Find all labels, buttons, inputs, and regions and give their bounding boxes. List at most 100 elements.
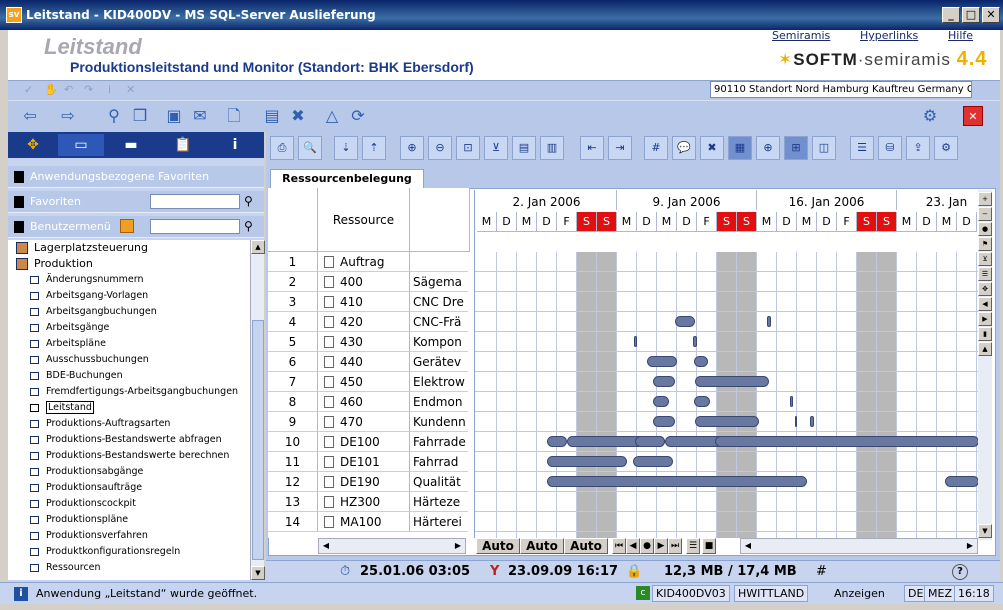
zoom-in-icon[interactable]: ⊕ [400, 136, 424, 160]
scroll-right-icon[interactable]: ▶ [963, 539, 977, 553]
edit-list-icon[interactable]: ☰ [850, 136, 874, 160]
list-icon[interactable]: ☰ [978, 267, 992, 281]
row-number[interactable]: 14 [268, 512, 318, 532]
table-row-resource[interactable]: MA100 [318, 512, 410, 532]
nav-tab-window[interactable]: ▬ [108, 134, 154, 156]
tree-item[interactable]: Leitstand [8, 400, 250, 416]
tree-item[interactable]: Produktion [8, 256, 250, 272]
tree-item[interactable]: Produktions-Bestandswerte abfragen [8, 432, 250, 448]
gantt-bar[interactable] [715, 436, 978, 447]
table-row-description[interactable]: Gerätev [410, 352, 468, 372]
mail-icon[interactable]: ✉ [190, 106, 210, 126]
remove-icon[interactable]: ✖ [700, 136, 724, 160]
collapse-icon[interactable]: ⇥ [608, 136, 632, 160]
gantt-bar[interactable] [790, 396, 793, 407]
search-binoculars-icon[interactable]: ⚲ [104, 106, 124, 126]
plus-icon[interactable]: + [978, 192, 992, 206]
tree-item[interactable]: Produktionsaufträge [8, 480, 250, 496]
gantt-bar[interactable] [634, 336, 637, 347]
flag-icon[interactable]: ⚑ [978, 237, 992, 251]
row-number[interactable]: 6 [268, 352, 318, 372]
gantt-bar[interactable] [653, 416, 675, 427]
next-icon[interactable]: ▶ [654, 538, 668, 554]
row-number[interactable]: 5 [268, 332, 318, 352]
auto-button-2[interactable]: Auto [520, 538, 564, 554]
scroll-left-icon[interactable]: ◀ [741, 539, 755, 553]
table-row-description[interactable] [410, 252, 468, 272]
gantt-horizontal-scrollbar[interactable]: ◀ ▶ [740, 538, 978, 554]
tree-item[interactable]: Arbeitspläne [8, 336, 250, 352]
zoom-fit-icon[interactable]: ⊡ [456, 136, 480, 160]
center-icon[interactable]: ● [640, 538, 654, 554]
move-icon[interactable]: ✥ [978, 282, 992, 296]
tree-scrollbar[interactable]: ▲ ▼ [250, 240, 265, 580]
database-icon[interactable]: ⛁ [878, 136, 902, 160]
grid-icon[interactable]: # [816, 561, 827, 583]
save-icon[interactable]: ▤ [262, 106, 282, 126]
close-app-button[interactable]: ✕ [963, 106, 983, 126]
gantt-chart[interactable]: 2. Jan 2006 9. Jan 2006 16. Jan 2006 23. Ja… [474, 190, 978, 538]
table-row-resource[interactable]: DE101 [318, 452, 410, 472]
table-row-description[interactable]: Elektrow [410, 372, 468, 392]
minus-icon[interactable]: − [978, 207, 992, 221]
maximize-button[interactable]: □ [962, 7, 980, 23]
table-row-resource[interactable]: 460 [318, 392, 410, 412]
chart-icon[interactable]: ◫ [812, 136, 836, 160]
dot-icon[interactable]: ● [978, 222, 992, 236]
tree-item[interactable]: Ausschussbuchungen [8, 352, 250, 368]
gantt-bar[interactable] [653, 376, 675, 387]
zoom-out-icon[interactable]: ⊖ [428, 136, 452, 160]
tools-icon[interactable]: ⚙ [920, 106, 940, 126]
layout-2-icon[interactable]: ▥ [540, 136, 564, 160]
nav-tab-navigator[interactable]: ✥ [10, 134, 56, 156]
tree-item[interactable]: BDE-Buchungen [8, 368, 250, 384]
layout-1-icon[interactable]: ▤ [512, 136, 536, 160]
table-row-description[interactable]: CNC-Frä [410, 312, 468, 332]
filter-icon[interactable]: ⊻ [484, 136, 508, 160]
gantt-bar[interactable] [695, 416, 759, 427]
gantt-bar[interactable] [547, 456, 627, 467]
export-icon[interactable]: ⇪ [906, 136, 930, 160]
back-icon[interactable]: ⇦ [20, 106, 40, 126]
tree-item[interactable]: Arbeitsgänge [8, 320, 250, 336]
bookmark-icon[interactable]: ▮ [978, 327, 992, 341]
gantt-bar[interactable] [647, 356, 677, 367]
menu-grid-icon[interactable] [120, 219, 134, 233]
gantt-bar[interactable] [795, 416, 797, 427]
right-icon[interactable]: ▶ [978, 312, 992, 326]
table-row-resource[interactable]: 400 [318, 272, 410, 292]
preview-icon[interactable]: 🔍 [298, 136, 322, 160]
table-row-description[interactable]: Härterei [410, 512, 468, 532]
gantt-bar[interactable] [694, 356, 708, 367]
new-document-icon[interactable]: 🗋 [224, 106, 244, 126]
table-row-description[interactable]: Kundenn [410, 412, 468, 432]
link-semiramis[interactable]: Semiramis [772, 29, 830, 42]
address-field[interactable]: 90110 Standort Nord Hamburg Kauftreu Ger… [710, 81, 972, 98]
row-number[interactable]: 9 [268, 412, 318, 432]
auto-button-1[interactable]: Auto [476, 538, 520, 554]
tree-item[interactable]: Produktions-Auftragsarten [8, 416, 250, 432]
tree-item[interactable]: Fremdfertigungs-Arbeitsgangbuchungen [8, 384, 250, 400]
tree-item[interactable]: Produktionsabgänge [8, 464, 250, 480]
minimize-button[interactable]: _ [942, 7, 960, 23]
nav-tab-info[interactable]: i [212, 134, 258, 156]
nav-tab-monitor[interactable]: ▭ [58, 134, 104, 156]
left-icon[interactable]: ◀ [978, 297, 992, 311]
tree-item[interactable]: Arbeitsgang-Vorlagen [8, 288, 250, 304]
gantt-bar[interactable] [633, 456, 673, 467]
user-menu-search-input[interactable] [150, 219, 240, 234]
filter-icon[interactable]: ⊻ [978, 252, 992, 266]
gantt-bar[interactable] [547, 436, 567, 447]
close-window-button[interactable]: ✕ [982, 7, 1000, 23]
tree-item[interactable]: Produktions-Bestandswerte berechnen [8, 448, 250, 464]
triangle-tool-icon[interactable]: △ [322, 106, 342, 126]
gantt-bar[interactable] [695, 376, 769, 387]
sort-down-icon[interactable]: ⇣ [334, 136, 358, 160]
row-number[interactable]: 12 [268, 472, 318, 492]
grid-icon[interactable]: # [644, 136, 668, 160]
scroll-down-icon[interactable]: ▼ [978, 524, 992, 538]
tree-item[interactable]: Lagerplatzsteuerung [8, 240, 250, 256]
tree-item[interactable]: Änderungsnummern [8, 272, 250, 288]
gantt-bar[interactable] [635, 436, 665, 447]
table-row-description[interactable]: Qualität [410, 472, 468, 492]
